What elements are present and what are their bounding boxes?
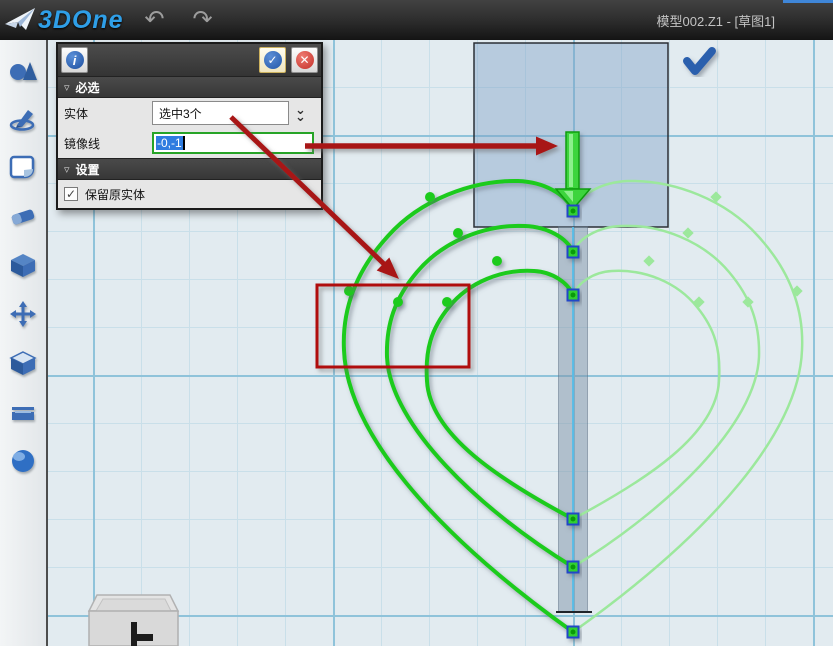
dialog-title-bar: i ✓ ✕	[58, 44, 321, 76]
undo-button[interactable]: ↶	[138, 5, 172, 35]
app-logo: 3DOne	[4, 5, 124, 35]
entity-row: 实体 选中3个 ⌄ ⌄	[58, 98, 321, 128]
mirror-line-label: 镜像线	[64, 135, 152, 152]
sketch-plane-tool-button[interactable]	[6, 150, 40, 184]
text-caret	[183, 136, 185, 150]
entity-label: 实体	[64, 105, 152, 122]
accent-strip	[783, 0, 833, 3]
sketch-draw-tool-button[interactable]	[6, 101, 40, 135]
view-cube-label-mark	[131, 622, 137, 646]
keep-original-checkbox[interactable]: ✓	[64, 187, 78, 201]
move-arrows-icon	[9, 301, 37, 327]
primitives-icon	[9, 56, 37, 82]
mirror-line-value: -0,-1	[156, 136, 183, 150]
eraser-tool-button[interactable]	[6, 199, 40, 233]
edit-solid-tool-button[interactable]	[6, 346, 40, 380]
sphere-icon	[9, 448, 37, 474]
required-section-label: 必选	[76, 79, 100, 96]
eraser-icon	[9, 203, 37, 229]
material-tool-button[interactable]	[6, 444, 40, 478]
move-tool-button[interactable]	[6, 297, 40, 331]
multi-select-chevrons-icon[interactable]: ⌄ ⌄	[295, 106, 306, 120]
dialog-info-button[interactable]: i	[61, 47, 88, 73]
confirm-icon: ✓	[264, 51, 282, 69]
view-cube[interactable]	[89, 595, 178, 646]
primitives-tool-button[interactable]	[6, 52, 40, 86]
entity-select[interactable]: 选中3个	[152, 101, 289, 125]
title-bar: 3DOne ↶ ↷ 模型002.Z1 - [草图1]	[0, 0, 833, 40]
open-cube-icon	[9, 350, 37, 376]
mirror-line-row: 镜像线 -0,-1	[58, 128, 321, 158]
measure-tool-button[interactable]	[6, 395, 40, 429]
settings-section-header[interactable]: ▿ 设置	[58, 158, 321, 180]
keep-original-row: ✓ 保留原实体	[58, 180, 321, 208]
sketch-pencil-icon	[9, 105, 37, 131]
solid-tool-button[interactable]	[6, 248, 40, 282]
mirror-dialog: i ✓ ✕ ▿ 必选 实体 选中3个 ⌄ ⌄ 镜像线	[56, 42, 323, 210]
view-cube-label-mark2	[137, 634, 153, 641]
canvas-confirm-check-icon[interactable]	[687, 51, 712, 71]
dialog-ok-button[interactable]: ✓	[259, 47, 286, 73]
redo-button[interactable]: ↷	[186, 5, 220, 35]
entity-selected-value: 选中3个	[159, 105, 202, 122]
dialog-close-button[interactable]: ✕	[291, 47, 318, 73]
ground-plane-icon	[9, 399, 37, 425]
mirror-line-input[interactable]: -0,-1	[152, 132, 314, 154]
settings-section-label: 设置	[76, 161, 100, 178]
document-title: 模型002.Z1 - [草图1]	[657, 11, 775, 30]
paper-plane-icon	[4, 5, 38, 35]
mirrored-heart-curves	[573, 181, 802, 632]
close-icon: ✕	[296, 51, 314, 69]
collapse-arrow-icon: ▿	[64, 81, 70, 94]
main-toolbar	[0, 40, 48, 646]
app-name: 3DOne	[38, 6, 124, 35]
info-icon: i	[66, 51, 84, 69]
collapse-arrow-icon: ▿	[64, 163, 70, 176]
cube-icon	[9, 252, 37, 278]
keep-original-label: 保留原实体	[85, 186, 145, 203]
selected-heart-curves[interactable]	[344, 181, 573, 632]
required-section-header[interactable]: ▿ 必选	[58, 76, 321, 98]
sketch-plane-icon	[9, 154, 37, 180]
app-window: 3DOne ↶ ↷ 模型002.Z1 - [草图1]	[0, 0, 833, 646]
